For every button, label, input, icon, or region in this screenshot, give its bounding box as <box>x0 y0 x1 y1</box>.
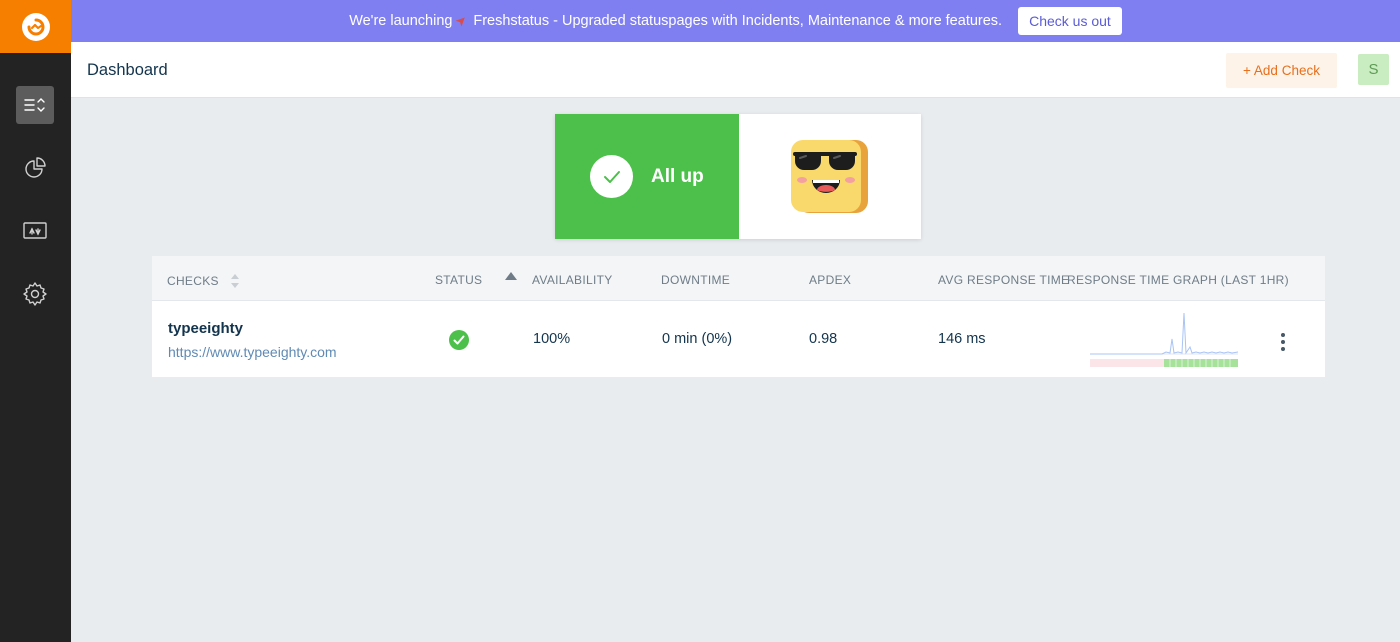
checks-list-icon <box>24 98 45 112</box>
check-url[interactable]: https://www.typeeighty.com <box>168 344 337 360</box>
column-header-avg-response-time[interactable]: AVG RESPONSE TIME <box>938 273 1069 287</box>
column-header-apdex[interactable]: APDEX <box>809 273 851 287</box>
sidebar-item-dashboard[interactable] <box>16 86 54 124</box>
banner-text-after: Freshstatus - Upgraded statuspages with … <box>473 13 1003 29</box>
response-time-sparkline[interactable] <box>1090 311 1240 369</box>
announcement-banner: We're launching ➤ Freshstatus - Upgraded… <box>71 0 1400 42</box>
rocket-icon: ➤ <box>452 11 471 30</box>
sidebar-item-settings[interactable] <box>16 275 54 313</box>
check-name[interactable]: typeeighty <box>168 320 243 337</box>
page-title: Dashboard <box>87 61 168 79</box>
cool-sunglasses-emoji-icon <box>791 140 868 213</box>
pie-chart-icon <box>25 157 46 178</box>
logo-icon <box>21 12 50 41</box>
banner-text-before: We're launching <box>349 13 453 29</box>
checks-table: CHECKS STATUS AVAILABILITY DOWNTIME APDE… <box>152 256 1325 377</box>
availability-value: 100% <box>533 331 571 347</box>
overall-status-card: All up <box>555 114 921 239</box>
column-header-checks[interactable]: CHECKS <box>167 273 240 289</box>
column-header-downtime[interactable]: DOWNTIME <box>661 273 730 287</box>
check-icon <box>590 155 633 198</box>
avatar[interactable]: S <box>1358 54 1389 85</box>
status-up-icon <box>449 330 469 350</box>
column-header-availability[interactable]: AVAILABILITY <box>532 273 613 287</box>
check-us-out-button[interactable]: Check us out <box>1018 7 1122 35</box>
sort-ascending-icon[interactable] <box>505 272 517 280</box>
downtime-value: 0 min (0%) <box>662 331 733 347</box>
freshping-logo[interactable] <box>0 0 71 53</box>
sort-icon[interactable] <box>230 273 240 289</box>
table-header: CHECKS STATUS AVAILABILITY DOWNTIME APDE… <box>152 256 1325 301</box>
gear-icon <box>23 282 47 306</box>
column-header-response-time-graph: RESPONSE TIME GRAPH (LAST 1HR) <box>1067 273 1289 287</box>
sidebar-item-reports[interactable] <box>16 149 54 187</box>
sidebar <box>0 0 71 642</box>
page-header: Dashboard + Add Check S <box>71 42 1400 98</box>
more-options-icon[interactable] <box>1274 331 1292 353</box>
table-row[interactable]: typeeighty https://www.typeeighty.com 10… <box>152 301 1325 377</box>
column-header-status[interactable]: STATUS <box>435 273 482 287</box>
add-check-button[interactable]: + Add Check <box>1226 53 1337 88</box>
status-page-icon <box>23 222 47 239</box>
status-banner: All up <box>555 114 739 239</box>
avg-response-value: 146 ms <box>938 331 986 347</box>
status-label: All up <box>651 165 704 187</box>
sidebar-item-statuspage[interactable] <box>16 212 54 250</box>
apdex-value: 0.98 <box>809 331 838 347</box>
